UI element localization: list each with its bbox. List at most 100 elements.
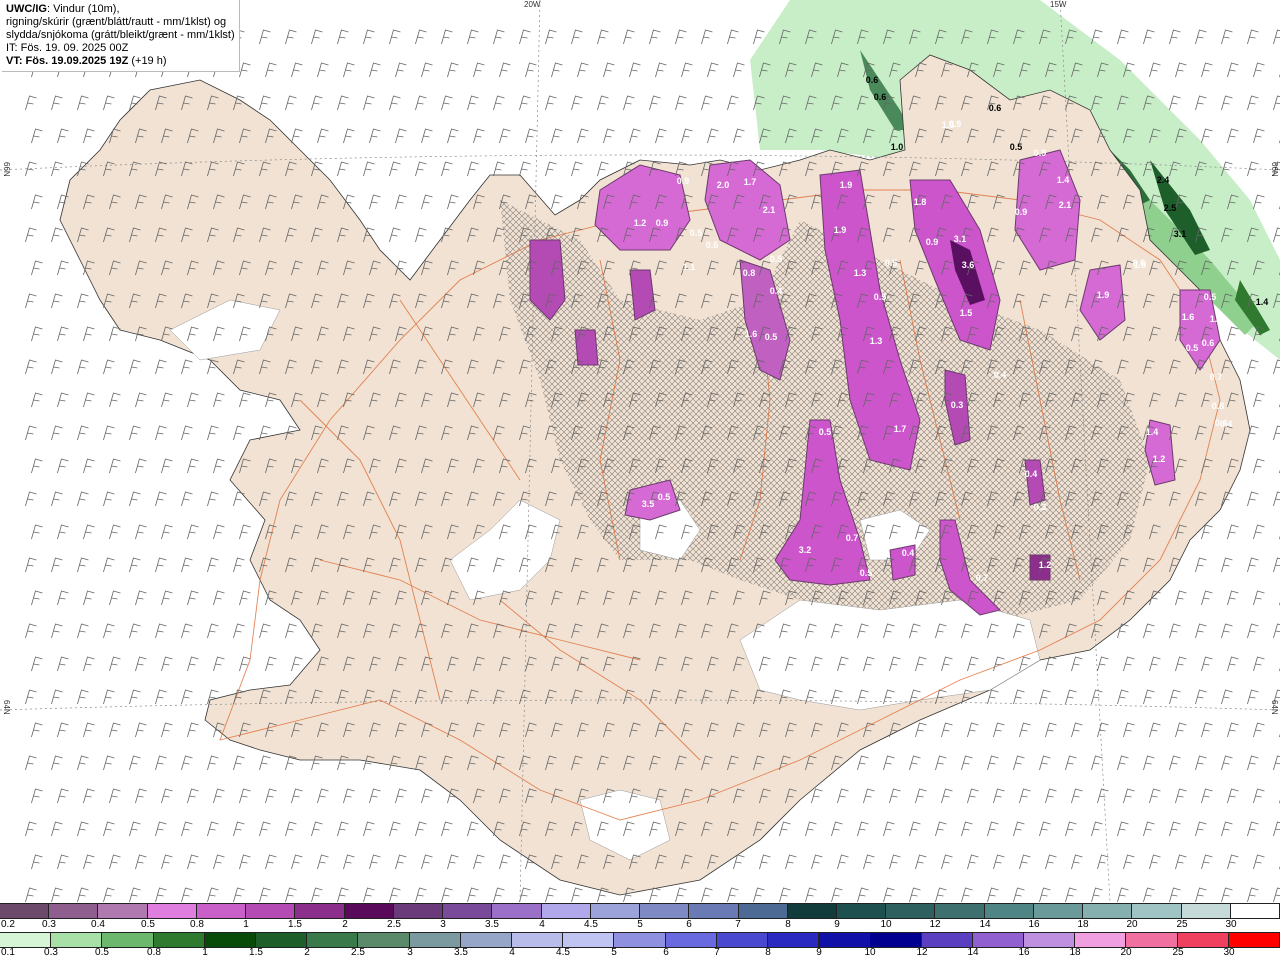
colorbar-swatch: [1126, 933, 1178, 947]
colorbar-swatch: [716, 933, 769, 947]
colorbar-swatch: [640, 904, 690, 918]
precip-value-label: 0.4: [770, 286, 783, 296]
precip-value-label: 0.4: [1025, 469, 1038, 479]
precip-value-label: 0.4: [902, 548, 915, 558]
precip-value-label: 0.6: [866, 75, 879, 85]
precip-value-label: 1.5: [942, 120, 955, 130]
precip-value-label: 0.8: [1212, 401, 1225, 411]
colorbar-swatch: [541, 904, 591, 918]
precip-value-label: 1.5: [960, 308, 973, 318]
colorbar-swatch: [147, 904, 197, 918]
precip-value-label: 2.0: [717, 180, 730, 190]
precip-value-label: 3.5: [642, 499, 655, 509]
colorbar-label: 0.1: [1, 947, 15, 958]
colorbar-swatch: [0, 904, 50, 918]
precip-value-label: 0.5: [885, 258, 898, 268]
precip-value-label: 0.7: [976, 573, 989, 583]
colorbar-label: 30: [1223, 947, 1235, 958]
colorbar-swatch: [886, 904, 936, 918]
colorbar-swatch: [689, 904, 739, 918]
precip-value-label: 0.5: [658, 492, 671, 502]
init-time: IT: Fös. 19. 09. 2025 00Z: [6, 42, 129, 54]
title-line2: rigning/skúrir (grænt/blátt/rautt - mm/1…: [6, 16, 227, 28]
colorbar-label: 10: [864, 947, 876, 958]
colorbar-swatch: [1033, 904, 1084, 918]
colorbar-swatch: [665, 933, 717, 947]
colorbar-swatch: [1083, 904, 1133, 918]
colorbar-label: 4.5: [584, 919, 598, 930]
colorbar-label: 4: [509, 947, 515, 958]
precip-value-label: 0.9: [1034, 148, 1047, 158]
colorbar-swatch: [393, 904, 444, 918]
colorbar-label: 6: [663, 947, 669, 958]
colorbar-swatch: [256, 933, 308, 947]
colorbar-swatch: [443, 904, 493, 918]
precip-value-label: 0.6: [989, 103, 1002, 113]
colorbar-label: 4.5: [556, 947, 570, 958]
lat-label-66n-right: 66N: [1270, 162, 1279, 177]
colorbar-label: 16: [1018, 947, 1030, 958]
colorbar-swatch: [1181, 904, 1231, 918]
colorbar-label: 2: [342, 919, 348, 930]
colorbar-label: 0.3: [44, 947, 58, 958]
precip-value-label: 0.6: [1202, 338, 1215, 348]
colorbar-label: 4: [539, 919, 545, 930]
precip-value-label: 1.1: [683, 262, 696, 272]
precip-value-label: 1.9: [834, 225, 847, 235]
colorbar-swatch: [102, 933, 154, 947]
precip-value-label: 1.3: [870, 336, 883, 346]
precip-value-label: 1.6: [1210, 314, 1223, 324]
precip-value-label: 0.9: [656, 218, 669, 228]
precip-value-label: 0.3: [951, 400, 964, 410]
title-line3: slydda/snjókoma (grátt/bleikt/grænt - mm…: [6, 29, 235, 41]
lon-label-20w: 20W: [524, 0, 541, 9]
precip-value-label: 1.4: [1256, 297, 1269, 307]
colorbar-label: 0.8: [190, 919, 204, 930]
rain-colorbar-labels: 0.1 0.3 0.5 0.8 1 1.5 2 2.5 3 3.5 4 4.5 5 6 7 8 9 10 12 14 1…: [0, 947, 1280, 959]
colorbar-label: 2.5: [387, 919, 401, 930]
colorbar-swatch: [307, 933, 359, 947]
colorbar-swatch: [196, 904, 247, 918]
colorbar-label: 0.4: [91, 919, 105, 930]
colorbar-label: 14: [967, 947, 979, 958]
precip-value-label: 0.4: [1220, 419, 1233, 429]
colorbar-label: 1.5: [249, 947, 263, 958]
precip-value-label: 1.4: [1146, 427, 1159, 437]
colorbar-label: 2: [304, 947, 310, 958]
rain-colorbar: [0, 932, 1280, 948]
colorbar-swatch: [98, 904, 148, 918]
precip-value-label: 1.4: [1057, 175, 1070, 185]
precip-value-label: 3.1: [1174, 229, 1187, 239]
colorbar-swatch: [614, 933, 666, 947]
colorbar-label: 5: [637, 919, 643, 930]
model-name: UWC/IG: [6, 3, 47, 15]
precip-value-label: 0.9: [1015, 207, 1028, 217]
weather-map: 0.60.60.60.51.00.91.42.12.42.53.11.40.91…: [0, 0, 1280, 902]
valid-offset: (+19 h): [128, 55, 167, 67]
colorbar-swatch: [1177, 933, 1229, 947]
colorbar-label: 3: [407, 947, 413, 958]
colorbar-label: 25: [1172, 947, 1184, 958]
precip-value-label: 1.2: [1039, 560, 1052, 570]
colorbar-label: 7: [714, 947, 720, 958]
lon-label-15w: 15W: [1050, 0, 1067, 9]
precip-value-label: 1.3: [854, 268, 867, 278]
precip-value-label: 0.9: [926, 237, 939, 247]
precip-value-label: 3.1: [954, 234, 967, 244]
colorbar-label: 3: [440, 919, 446, 930]
colorbar-label: 7: [735, 919, 741, 930]
colorbar-label: 10: [880, 919, 892, 930]
colorbar-swatch: [921, 933, 973, 947]
colorbar-swatch: [51, 933, 103, 947]
colorbar-swatch: [836, 904, 887, 918]
precip-value-label: 1.6: [1182, 312, 1195, 322]
lat-label-66n-left: 66N: [2, 162, 11, 177]
colorbar-swatch: [972, 933, 1025, 947]
precip-value-label: 1.0: [1134, 260, 1147, 270]
map-title-box: UWC/IG: Vindur (10m), rigning/skúrir (gr…: [2, 0, 240, 72]
colorbar-label: 9: [834, 919, 840, 930]
precip-value-label: 0.6: [706, 240, 719, 250]
precip-value-label: 1.7: [744, 177, 757, 187]
colorbar-label: 1: [243, 919, 249, 930]
colorbar-swatch: [984, 904, 1034, 918]
